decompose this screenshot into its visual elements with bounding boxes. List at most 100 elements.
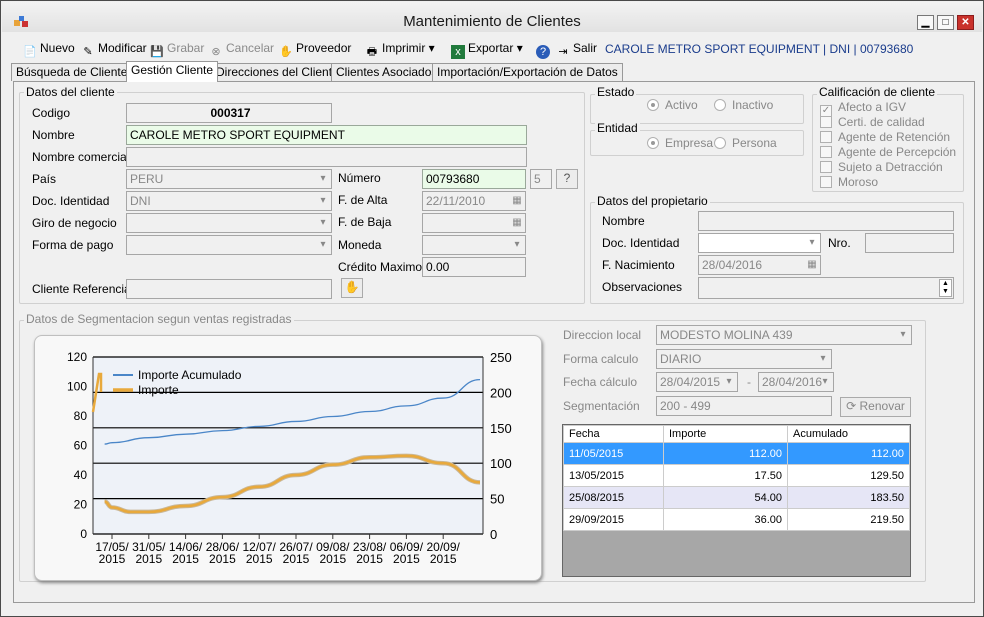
segmentacion-field: 200 - 499 (656, 396, 832, 416)
nuevo-button[interactable]: 📄 Nuevo (23, 39, 75, 58)
refresh-icon: ⟳ (846, 399, 857, 413)
persona-radio[interactable]: Persona (714, 136, 777, 150)
sujeto-detraccion-checkbox[interactable]: Sujeto a Detracción (820, 160, 943, 174)
calendar-icon: ▦ (512, 195, 522, 206)
close-button[interactable]: ✕ (957, 15, 974, 30)
chevron-down-icon: ▾ (820, 353, 826, 364)
ventas-grid: Fecha Importe Acumulado 11/05/2015 112.00… (562, 424, 911, 577)
table-row[interactable]: 13/05/2015 17.50 129.50 (563, 464, 910, 487)
legend-importe-label: Importe (138, 383, 179, 397)
calendar-icon: ▦ (807, 259, 817, 270)
fecha-desde[interactable]: 28/04/2015 ▾ (656, 372, 738, 392)
table-row[interactable]: 25/08/2015 54.00 183.50 (563, 486, 910, 509)
renovar-button[interactable]: ⟳ Renovar (840, 397, 911, 417)
tab-gestion[interactable]: Gestión Cliente (126, 61, 219, 82)
inactivo-radio[interactable]: Inactivo (714, 98, 773, 112)
chevron-down-icon: ▾ (822, 376, 828, 387)
comercial-input[interactable] (126, 147, 527, 167)
y-right-tick-label: 0 (490, 527, 497, 542)
salir-button[interactable]: ⇥ Salir (556, 39, 597, 58)
moneda-select[interactable]: ▾ (422, 235, 526, 255)
cancelar-button[interactable]: ⊗ Cancelar (209, 39, 274, 58)
y-right-tick-label: 200 (490, 385, 512, 400)
y-left-tick-label: 0 (80, 527, 87, 541)
proveedor-button[interactable]: ✋ Proveedor (279, 39, 351, 58)
y-left-tick-label: 60 (74, 439, 88, 453)
save-icon: 💾 (150, 46, 164, 58)
direccion-select[interactable]: MODESTO MOLINA 439 ▾ (656, 325, 912, 345)
referencia-input[interactable] (126, 279, 332, 299)
baja-label: F. de Baja (338, 215, 392, 229)
propietario-title: Datos del propietario (595, 194, 710, 208)
tab-asociados[interactable]: Clientes Asociados (331, 63, 443, 81)
chevron-down-icon: ▾ (726, 376, 732, 387)
credito-label: Crédito Maximo (338, 260, 423, 274)
datos-cliente-title: Datos del cliente (24, 85, 117, 99)
main-window: Mantenimiento de Clientes ▁ □ ✕ 📄 Nuevo ✎… (0, 0, 984, 617)
agente-percepcion-checkbox[interactable]: Agente de Percepción (820, 145, 956, 159)
y-left-tick-label: 80 (74, 409, 88, 423)
col-acumulado[interactable]: Acumulado (787, 425, 910, 443)
fecha-calculo-label: Fecha cálculo (563, 375, 638, 389)
calendar-icon: ▦ (512, 217, 522, 228)
prop-doc-select[interactable]: ▾ (698, 233, 821, 253)
empresa-radio[interactable]: Empresa (647, 136, 713, 150)
modificar-button[interactable]: ✎ Modificar (81, 39, 146, 58)
pais-select[interactable]: PERU ▾ (126, 169, 332, 189)
forma-calculo-select[interactable]: DIARIO ▾ (656, 349, 832, 369)
codigo-label: Codigo (32, 106, 71, 120)
fecha-separator: - (747, 375, 751, 389)
doc-label: Doc. Identidad (32, 194, 110, 208)
exportar-button[interactable]: x Exportar ▾ (451, 39, 523, 59)
help-icon[interactable]: ? (556, 169, 578, 189)
tab-direcciones[interactable]: Direcciones del Cliente (211, 63, 344, 81)
maximize-button[interactable]: □ (937, 15, 954, 30)
chart-container: 0 20 40 60 80 100 120 0 50 100 150 200 250 17/05/2015… (34, 335, 542, 581)
fecha-hasta[interactable]: 28/04/2016 ▾ (758, 372, 834, 392)
spinner-icon[interactable]: ▲ ▼ (939, 279, 952, 297)
minimize-button[interactable]: ▁ (917, 15, 934, 30)
x-tick-label: 2015 (393, 552, 420, 566)
giro-select[interactable]: ▾ (126, 213, 332, 233)
table-row[interactable]: 29/09/2015 36.00 219.50 (563, 508, 910, 531)
tab-importacion[interactable]: Importación/Exportación de Datos (432, 63, 623, 81)
baja-date[interactable]: ▦ (422, 213, 526, 233)
search-reference-button[interactable]: ✋ (341, 278, 363, 298)
table-row[interactable]: 11/05/2015 112.00 112.00 (563, 442, 910, 465)
x-tick-label: 2015 (209, 552, 236, 566)
tab-busqueda[interactable]: Búsqueda de Clientes (11, 63, 139, 81)
imprimir-button[interactable]: 🖶 Imprimir ▾ (365, 39, 435, 58)
help-button[interactable]: ? (536, 39, 553, 59)
prop-nro-input[interactable] (865, 233, 954, 253)
nombre-input[interactable]: CAROLE METRO SPORT EQUIPMENT (126, 125, 527, 145)
grabar-button[interactable]: 💾 Grabar (150, 39, 204, 58)
window-title: Mantenimiento de Clientes (403, 13, 581, 30)
forma-select[interactable]: ▾ (126, 235, 332, 255)
x-tick-label: 2015 (283, 552, 310, 566)
title-bar: Mantenimiento de Clientes ▁ □ ✕ (2, 2, 982, 32)
doc-select[interactable]: DNI ▾ (126, 191, 332, 211)
certificado-calidad-checkbox[interactable]: Certi. de calidad (820, 115, 925, 129)
alta-label: F. de Alta (338, 193, 388, 207)
estado-title: Estado (595, 85, 637, 99)
col-importe[interactable]: Importe (663, 425, 788, 443)
prop-nombre-input[interactable] (698, 211, 954, 231)
numero-length: 5 (530, 169, 552, 189)
y-left-tick-label: 20 (74, 498, 88, 512)
credito-input[interactable]: 0.00 (422, 257, 526, 277)
calificacion-title: Calificación de cliente (817, 85, 938, 99)
agente-retencion-checkbox[interactable]: Agente de Retención (820, 130, 950, 144)
referencia-label: Cliente Referencia (32, 282, 131, 296)
col-fecha[interactable]: Fecha (563, 425, 664, 443)
activo-radio[interactable]: Activo (647, 98, 698, 112)
prop-nac-date[interactable]: 28/04/2016 ▦ (698, 255, 821, 275)
y-left-tick-label: 120 (67, 350, 87, 364)
prop-nac-label: F. Nacimiento (602, 258, 675, 272)
moroso-checkbox[interactable]: Moroso (820, 175, 878, 189)
chevron-down-icon: ▾ (516, 41, 523, 55)
chevron-down-icon: ▾ (320, 195, 326, 206)
prop-obs-input[interactable]: ▲ ▼ (698, 277, 954, 299)
alta-date[interactable]: 22/11/2010 ▦ (422, 191, 526, 211)
numero-input[interactable]: 00793680 (422, 169, 526, 189)
entidad-title: Entidad (595, 121, 640, 135)
